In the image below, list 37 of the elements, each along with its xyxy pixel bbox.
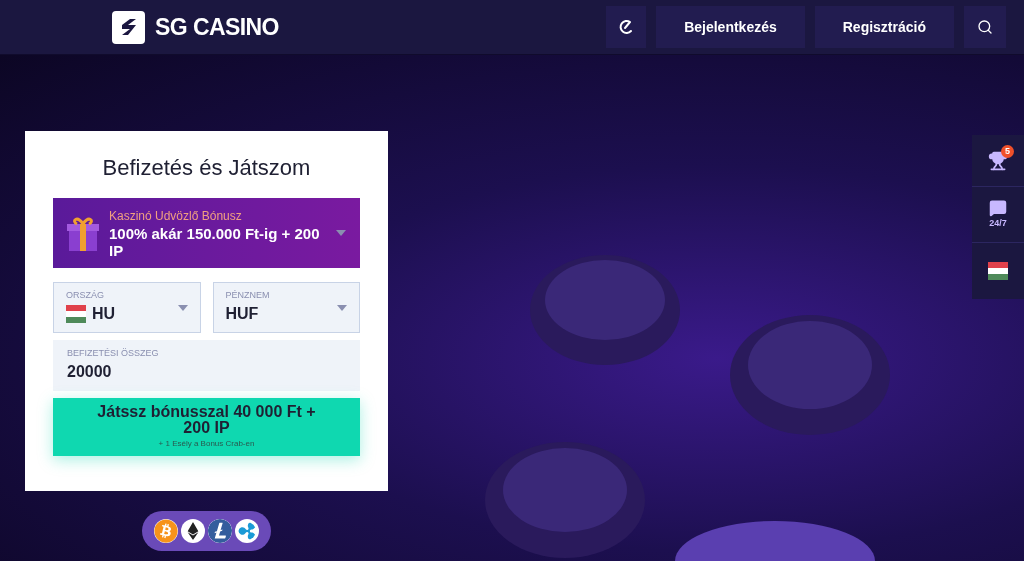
hungary-flag-icon	[66, 305, 86, 324]
bonus-text: 100% akár 150.000 Ft-ig + 200 IP	[109, 225, 321, 259]
select-label: ORSZÁG	[66, 288, 105, 302]
logo-text: SG CASINO	[155, 12, 279, 42]
select-value: HU	[92, 304, 116, 325]
caret-icon	[177, 304, 188, 311]
bonus-dropdown[interactable]: Kaszinó Udvözlő Bónusz 100% akár 150.000 Ft-ig + 200 IP	[53, 198, 360, 268]
trophy-button[interactable]: 5	[972, 135, 1024, 187]
support-chat-button[interactable]: 24/7	[972, 187, 1024, 243]
logo-icon	[112, 10, 145, 44]
litecoin-icon	[208, 519, 232, 543]
promo-icon-button[interactable]	[606, 6, 647, 48]
hungary-flag-icon	[988, 262, 1008, 280]
amount-value: 20000	[67, 362, 113, 383]
country-select[interactable]: ORSZÁG HU	[53, 282, 201, 333]
play-with-bonus-button[interactable]: Játssz bónusszal 40 000 Ft + 200 IP + 1 Esély a Bonus Crab-en	[53, 398, 360, 456]
select-value: HUF	[225, 304, 259, 325]
notification-badge: 5	[1001, 145, 1014, 158]
search-icon	[977, 19, 993, 35]
register-button[interactable]: Regisztráció	[814, 6, 954, 48]
amount-label: BEFIZETÉSI ÖSSZEG	[67, 346, 160, 360]
card-title: Befizetés és Játszom	[101, 154, 312, 182]
chat-icon	[989, 198, 1007, 217]
cta-subtitle: + 1 Esély a Bonus Crab-en	[158, 438, 255, 450]
search-button[interactable]	[964, 6, 1006, 48]
caret-icon	[336, 230, 346, 236]
select-label: PÉNZNEM	[225, 288, 271, 302]
bonus-label: Kaszinó Udvözlő Bónusz	[109, 208, 243, 225]
bitcoin-icon	[154, 519, 178, 543]
gift-icon	[67, 215, 99, 251]
caret-icon	[337, 304, 347, 311]
amount-field[interactable]: BEFIZETÉSI ÖSSZEG 20000	[53, 340, 360, 391]
currency-select[interactable]: PÉNZNEM HUF	[212, 282, 360, 333]
ripple-icon	[235, 519, 259, 543]
login-button[interactable]: Bejelentkezés	[656, 6, 805, 48]
ethereum-icon	[181, 519, 205, 543]
swirl-icon	[618, 19, 635, 35]
